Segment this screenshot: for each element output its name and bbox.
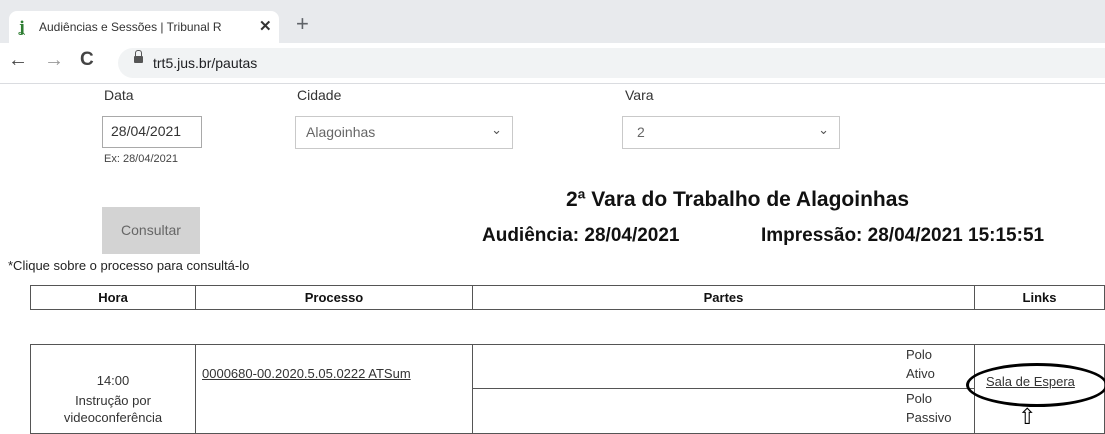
row-hora: 14:00 [96, 373, 130, 388]
reload-button[interactable]: C [80, 49, 94, 71]
tab-title: Audiências e Sessões | Tribunal R [39, 20, 222, 34]
browser-tab[interactable]: ʝ Audiências e Sessões | Tribunal R ✕ [9, 11, 279, 43]
date-input[interactable]: 28/04/2021 [102, 116, 202, 148]
tab-close-icon[interactable]: ✕ [259, 17, 272, 35]
date-input-value: 28/04/2021 [111, 123, 182, 139]
impressao-datetime: Impressão: 28/04/2021 15:15:51 [761, 225, 1045, 246]
polo-ativo-label-line1: Polo [906, 347, 933, 362]
data-label: Data [104, 87, 134, 103]
th-links: Links [1022, 290, 1057, 305]
table-row-processo-cell [195, 344, 473, 434]
th-processo: Processo [304, 290, 364, 305]
browser-tab-bar: ʝ Audiências e Sessões | Tribunal R ✕ + [0, 0, 1105, 43]
th-partes: Partes [703, 290, 744, 305]
cidade-label: Cidade [297, 87, 342, 103]
polo-ativo-label-line2: Ativo [906, 366, 935, 381]
highlight-ellipse [966, 363, 1105, 407]
forward-button[interactable]: → [44, 49, 64, 72]
polo-ativo-cell [472, 344, 975, 389]
vara-select[interactable]: 2 ⌄ [622, 116, 840, 149]
back-button[interactable]: ← [8, 49, 28, 72]
row-tipo-line2: videoconferência [63, 410, 163, 425]
chevron-down-icon: ⌄ [818, 122, 829, 137]
lock-icon [134, 50, 143, 63]
instruction-note: *Clique sobre o processo para consultá-l… [8, 258, 250, 273]
row-tipo-line1: Instrução por [75, 393, 151, 408]
polo-passivo-cell [472, 388, 975, 434]
chevron-down-icon: ⌄ [491, 122, 502, 137]
site-favicon-icon: ʝ [19, 18, 25, 36]
new-tab-button[interactable]: + [296, 11, 309, 37]
address-bar[interactable]: trt5.jus.br/pautas [118, 48, 1105, 78]
vara-select-value: 2 [637, 124, 645, 140]
processo-link[interactable]: 0000680-00.2020.5.05.0222 ATSum [202, 366, 411, 381]
browser-toolbar: ← → C trt5.jus.br/pautas [0, 43, 1105, 84]
polo-passivo-label-line1: Polo [906, 391, 933, 406]
consultar-button[interactable]: Consultar [102, 207, 200, 254]
polo-passivo-label-line2: Passivo [906, 410, 952, 425]
vara-label: Vara [625, 87, 654, 103]
date-hint: Ex: 28/04/2021 [104, 153, 179, 165]
arrow-up-icon: ⇧ [1018, 404, 1037, 429]
cidade-select[interactable]: Alagoinhas ⌄ [295, 116, 513, 149]
url-text: trt5.jus.br/pautas [153, 55, 258, 71]
page-title: 2ª Vara do Trabalho de Alagoinhas [566, 188, 910, 211]
audiencia-date: Audiência: 28/04/2021 [482, 225, 680, 246]
th-hora: Hora [98, 290, 128, 305]
cidade-select-value: Alagoinhas [306, 124, 376, 140]
